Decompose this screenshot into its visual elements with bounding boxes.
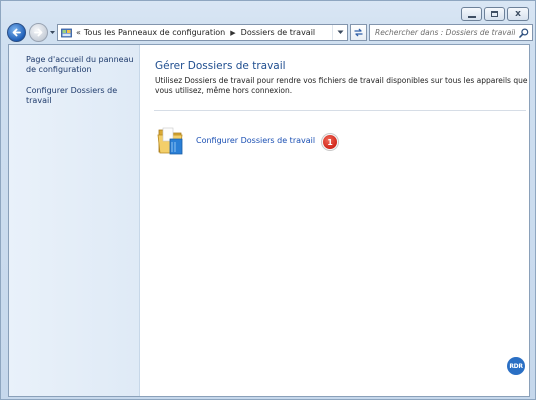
refresh-icon	[354, 28, 363, 37]
recent-pages-dropdown-icon[interactable]	[49, 29, 56, 36]
minimize-button[interactable]	[461, 7, 482, 21]
breadcrumb-separator-icon[interactable]: ▶	[230, 29, 235, 37]
address-dropdown-button[interactable]	[332, 25, 347, 40]
address-overflow-chevron[interactable]: «	[76, 28, 81, 37]
search-box[interactable]	[369, 24, 533, 41]
task-configure-work-folders[interactable]: Configurer Dossiers de travail 1	[156, 125, 338, 155]
watermark-logo: RDR	[507, 357, 525, 375]
caption-buttons: x	[461, 7, 529, 21]
close-button[interactable]: x	[507, 7, 529, 21]
explorer-window: x « Tous les Panneaux de configuration ▶…	[0, 0, 536, 400]
work-folders-icon	[157, 127, 183, 155]
navigation-bar: « Tous les Panneaux de configuration ▶ D…	[5, 22, 533, 44]
chevron-down-icon	[337, 30, 343, 34]
content-area: Page d'accueil du panneau de configurati…	[8, 44, 530, 397]
address-bar[interactable]: « Tous les Panneaux de configuration ▶ D…	[57, 24, 348, 41]
search-input[interactable]	[370, 28, 515, 37]
divider	[154, 110, 526, 111]
page-title: Gérer Dossiers de travail	[155, 60, 286, 72]
maximize-button[interactable]	[484, 7, 505, 21]
refresh-button[interactable]	[350, 24, 367, 41]
sidebar: Page d'accueil du panneau de configurati…	[9, 45, 140, 396]
sidebar-item-control-panel-home[interactable]: Page d'accueil du panneau de configurati…	[26, 55, 138, 75]
configure-work-folders-link[interactable]: Configurer Dossiers de travail	[196, 136, 315, 145]
main-pane: Gérer Dossiers de travail Utilisez Dossi…	[140, 45, 529, 396]
page-description: Utilisez Dossiers de travail pour rendre…	[155, 76, 528, 95]
close-icon: x	[515, 9, 521, 19]
breadcrumb-work-folders[interactable]: Dossiers de travail	[241, 28, 316, 37]
search-icon[interactable]	[519, 27, 529, 38]
forward-arrow-icon	[34, 28, 43, 37]
back-arrow-icon	[12, 28, 21, 37]
breadcrumb-all-control-panel-items[interactable]: Tous les Panneaux de configuration	[84, 28, 225, 37]
step-badge: 1	[322, 134, 338, 150]
forward-button[interactable]	[29, 23, 48, 42]
control-panel-icon	[61, 28, 72, 37]
back-button[interactable]	[7, 23, 26, 42]
maximize-icon	[491, 11, 498, 17]
minimize-icon	[467, 15, 476, 18]
sidebar-item-configure-work-folders[interactable]: Configurer Dossiers de travail	[26, 86, 138, 106]
